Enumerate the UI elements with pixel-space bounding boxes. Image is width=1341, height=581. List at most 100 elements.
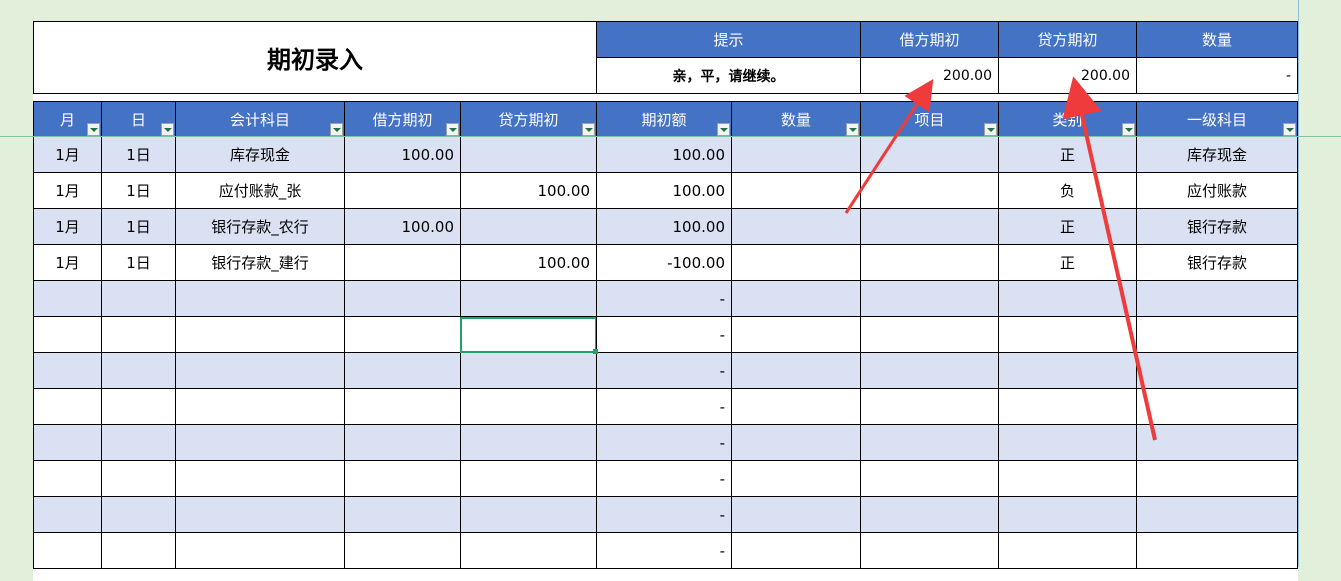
cell-debit[interactable]: 100.00 [344, 209, 461, 245]
filter-dropdown-icon[interactable] [1283, 123, 1296, 136]
cell-qty[interactable] [731, 353, 861, 389]
cell-project[interactable] [860, 533, 999, 569]
column-header-debit[interactable]: 借方期初 [344, 101, 461, 138]
cell-level1[interactable] [1136, 389, 1298, 425]
cell-category[interactable]: 正 [998, 245, 1137, 281]
cell-project[interactable] [860, 173, 999, 209]
column-header-opening[interactable]: 期初额 [596, 101, 732, 138]
cell-credit[interactable]: 100.00 [460, 245, 597, 281]
cell-debit[interactable]: 100.00 [344, 137, 461, 173]
cell-debit[interactable] [344, 245, 461, 281]
cell-level1[interactable] [1136, 353, 1298, 389]
cell-month[interactable] [33, 425, 102, 461]
cell-credit[interactable] [460, 389, 597, 425]
cell-credit[interactable] [460, 461, 597, 497]
cell-month[interactable]: 1月 [33, 209, 102, 245]
cell-opening[interactable]: 100.00 [596, 173, 732, 209]
summary-header-credit[interactable]: 贷方期初 [998, 21, 1137, 58]
column-header-project[interactable]: 项目 [860, 101, 999, 138]
cell-day[interactable] [101, 497, 176, 533]
cell-opening[interactable]: -100.00 [596, 245, 732, 281]
cell-opening[interactable]: - [596, 389, 732, 425]
cell-day[interactable]: 1日 [101, 209, 176, 245]
cell-account[interactable] [175, 389, 345, 425]
cell-month[interactable]: 1月 [33, 245, 102, 281]
summary-header-debit[interactable]: 借方期初 [860, 21, 999, 58]
cell-level1[interactable] [1136, 317, 1298, 353]
cell-level1[interactable] [1136, 533, 1298, 569]
cell-qty[interactable] [731, 497, 861, 533]
column-header-account[interactable]: 会计科目 [175, 101, 345, 138]
cell-debit[interactable] [344, 533, 461, 569]
cell-qty[interactable] [731, 245, 861, 281]
fill-handle[interactable] [593, 349, 598, 354]
page-title[interactable]: 期初录入 [33, 21, 597, 94]
cell-opening[interactable]: - [596, 461, 732, 497]
cell-month[interactable] [33, 461, 102, 497]
cell-credit[interactable] [460, 353, 597, 389]
cell-month[interactable] [33, 317, 102, 353]
cell-credit[interactable] [460, 425, 597, 461]
cell-account[interactable]: 库存现金 [175, 137, 345, 173]
cell-project[interactable] [860, 137, 999, 173]
cell-account[interactable]: 银行存款_建行 [175, 245, 345, 281]
filter-dropdown-icon[interactable] [846, 123, 859, 136]
cell-category[interactable] [998, 353, 1137, 389]
cell-month[interactable] [33, 389, 102, 425]
cell-month[interactable] [33, 497, 102, 533]
cell-opening[interactable]: - [596, 317, 732, 353]
cell-credit[interactable] [460, 497, 597, 533]
cell-day[interactable] [101, 353, 176, 389]
summary-header-qty[interactable]: 数量 [1136, 21, 1298, 58]
cell-opening[interactable]: - [596, 533, 732, 569]
cell-month[interactable] [33, 353, 102, 389]
cell-debit[interactable] [344, 353, 461, 389]
filter-dropdown-icon[interactable] [717, 123, 730, 136]
cell-day[interactable]: 1日 [101, 173, 176, 209]
cell-account[interactable] [175, 461, 345, 497]
cell-day[interactable] [101, 281, 176, 317]
cell-project[interactable] [860, 425, 999, 461]
cell-day[interactable] [101, 389, 176, 425]
cell-category[interactable] [998, 425, 1137, 461]
cell-category[interactable] [998, 533, 1137, 569]
cell-level1[interactable]: 库存现金 [1136, 137, 1298, 173]
cell-project[interactable] [860, 281, 999, 317]
cell-month[interactable] [33, 281, 102, 317]
cell-level1[interactable]: 银行存款 [1136, 245, 1298, 281]
cell-day[interactable]: 1日 [101, 137, 176, 173]
filter-dropdown-icon[interactable] [446, 123, 459, 136]
summary-debit-total[interactable]: 200.00 [860, 57, 999, 94]
cell-day[interactable] [101, 533, 176, 569]
column-header-day[interactable]: 日 [101, 101, 176, 138]
cell-level1[interactable]: 银行存款 [1136, 209, 1298, 245]
cell-category[interactable] [998, 281, 1137, 317]
column-header-category[interactable]: 类别 [998, 101, 1137, 138]
cell-qty[interactable] [731, 389, 861, 425]
cell-qty[interactable] [731, 209, 861, 245]
column-header-qty[interactable]: 数量 [731, 101, 861, 138]
cell-debit[interactable] [344, 281, 461, 317]
cell-level1[interactable] [1136, 425, 1298, 461]
cell-day[interactable] [101, 461, 176, 497]
cell-day[interactable]: 1日 [101, 245, 176, 281]
cell-opening[interactable]: - [596, 425, 732, 461]
cell-credit[interactable] [460, 137, 597, 173]
cell-opening[interactable]: 100.00 [596, 137, 732, 173]
column-header-month[interactable]: 月 [33, 101, 102, 138]
cell-project[interactable] [860, 389, 999, 425]
cell-qty[interactable] [731, 533, 861, 569]
cell-account[interactable] [175, 497, 345, 533]
cell-debit[interactable] [344, 497, 461, 533]
cell-project[interactable] [860, 245, 999, 281]
filter-dropdown-icon[interactable] [330, 123, 343, 136]
cell-category[interactable] [998, 317, 1137, 353]
cell-qty[interactable] [731, 281, 861, 317]
column-header-credit[interactable]: 贷方期初 [460, 101, 597, 138]
filter-dropdown-icon[interactable] [984, 123, 997, 136]
cell-project[interactable] [860, 461, 999, 497]
cell-account[interactable] [175, 353, 345, 389]
cell-opening[interactable]: 100.00 [596, 209, 732, 245]
cell-category[interactable] [998, 497, 1137, 533]
cell-month[interactable]: 1月 [33, 137, 102, 173]
